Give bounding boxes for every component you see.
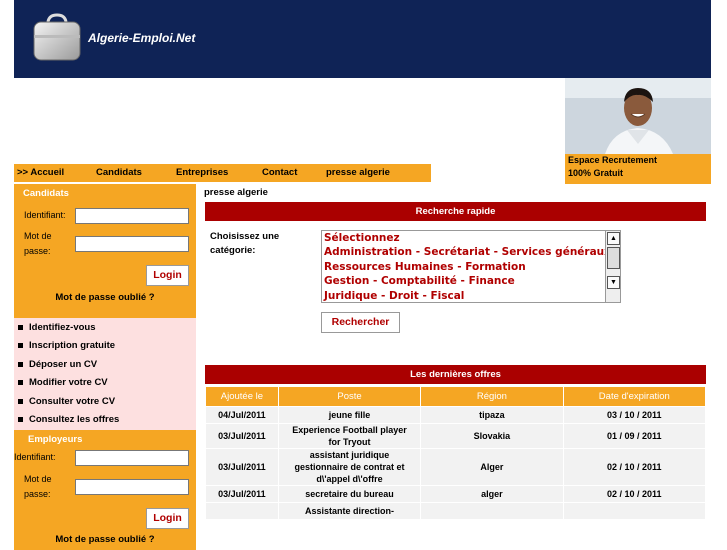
employeurs-title: Employeurs: [28, 434, 83, 446]
site-name[interactable]: Algerie-Emploi.Net: [88, 31, 195, 45]
site-header: Algerie-Emploi.Net: [14, 0, 711, 78]
briefcase-icon[interactable]: [30, 10, 84, 64]
cell-region: [421, 503, 563, 519]
promo-banner[interactable]: Espace Recrutement 100% Gratuit: [565, 154, 711, 184]
table-row[interactable]: 04/Jul/2011 jeune fille tipaza 03 / 10 /…: [206, 407, 705, 423]
recruiter-photo: [565, 78, 711, 154]
candidats-login-box: Candidats Identifiant: Mot de passe: Log…: [14, 184, 196, 318]
cell-expiration: 03 / 10 / 2011: [563, 407, 705, 423]
category-select[interactable]: Sélectionnez Administration - Secrétaria…: [321, 230, 621, 303]
breadcrumb: presse algerie: [204, 187, 268, 198]
employeur-forgot-password-link[interactable]: Mot de passe oublié ?: [14, 534, 196, 545]
link-consulter-cv[interactable]: Consulter votre CV: [14, 393, 196, 411]
table-row[interactable]: 03/Jul/2011 secretaire du bureau alger 0…: [206, 486, 705, 502]
emp-password-label-line2: passe:: [24, 489, 51, 500]
col-header-date: Ajoutée le: [206, 387, 278, 406]
nav-item-entreprises[interactable]: Entreprises: [176, 167, 228, 178]
cell-region: Alger: [421, 449, 563, 485]
search-button[interactable]: Rechercher: [321, 312, 400, 333]
cell-expiration: [563, 503, 705, 519]
candidat-identifiant-input[interactable]: [75, 208, 189, 224]
category-option[interactable]: Juridique - Droit - Fiscal: [322, 289, 620, 302]
category-option[interactable]: Ressources Humaines - Formation: [322, 260, 620, 274]
scroll-up-icon[interactable]: ▲: [607, 232, 620, 245]
employeur-login-button[interactable]: Login: [146, 508, 189, 530]
nav-item-contact[interactable]: Contact: [262, 167, 297, 178]
scroll-thumb[interactable]: [607, 247, 620, 269]
col-header-poste: Poste: [278, 387, 421, 406]
cell-date: 03/Jul/2011: [206, 486, 278, 502]
cell-date: 03/Jul/2011: [206, 449, 278, 485]
cell-region: Slovakia: [421, 424, 563, 448]
cell-region: alger: [421, 486, 563, 502]
cell-poste[interactable]: Experience Football player for Tryout: [278, 424, 421, 448]
link-identifiez-vous[interactable]: Identifiez-vous: [14, 319, 196, 337]
cell-date: 04/Jul/2011: [206, 407, 278, 423]
category-option[interactable]: Sélectionnez: [322, 231, 620, 245]
cell-region: tipaza: [421, 407, 563, 423]
cell-poste[interactable]: jeune fille: [278, 407, 421, 423]
scroll-down-icon[interactable]: ▼: [607, 276, 620, 289]
promo-line-1: Espace Recrutement: [568, 155, 658, 165]
emp-identifiant-label: Identifiant:: [14, 452, 56, 463]
identifiant-label: Identifiant:: [24, 210, 66, 220]
cell-poste[interactable]: secretaire du bureau: [278, 486, 421, 502]
candidat-forgot-password-link[interactable]: Mot de passe oublié ?: [14, 292, 196, 303]
category-option[interactable]: Administration - Secrétariat - Services …: [322, 245, 620, 259]
cell-expiration: 01 / 09 / 2011: [563, 424, 705, 448]
category-scrollbar[interactable]: ▲ ▼: [605, 231, 620, 302]
offers-title-bar: Les dernières offres: [205, 365, 706, 384]
cell-date: [206, 503, 278, 519]
main-nav: >> Accueil Candidats Entreprises Contact…: [14, 164, 431, 182]
promo-line-2: 100% Gratuit: [568, 168, 624, 178]
emp-password-label-line1: Mot de: [24, 474, 52, 485]
search-title-bar: Recherche rapide: [205, 202, 706, 221]
link-modifier-cv[interactable]: Modifier votre CV: [14, 374, 196, 392]
sidebar: Candidats Identifiant: Mot de passe: Log…: [14, 184, 196, 550]
password-label-line2: passe:: [24, 246, 51, 256]
employeur-password-input[interactable]: [75, 479, 189, 496]
table-row[interactable]: 03/Jul/2011 Experience Football player f…: [206, 424, 705, 448]
candidats-links: Identifiez-vous Inscription gratuite Dép…: [14, 318, 196, 431]
employeur-identifiant-input[interactable]: [75, 450, 189, 467]
link-deposer-cv[interactable]: Déposer un CV: [14, 356, 196, 374]
cell-expiration: 02 / 10 / 2011: [563, 486, 705, 502]
candidat-password-input[interactable]: [75, 236, 189, 252]
nav-item-candidats[interactable]: Candidats: [96, 167, 142, 178]
candidats-title: Candidats: [23, 188, 69, 199]
nav-item-presse[interactable]: presse algerie: [326, 167, 390, 178]
cell-poste[interactable]: Assistante direction-: [278, 503, 421, 519]
candidat-login-button[interactable]: Login: [146, 265, 189, 286]
offers-table: Ajoutée le Poste Région Date d'expiratio…: [205, 386, 706, 520]
cell-date: 03/Jul/2011: [206, 424, 278, 448]
employeurs-login-box: Employeurs Identifiant: Mot de passe: Lo…: [14, 430, 196, 550]
table-row[interactable]: Assistante direction-: [206, 503, 705, 519]
offers-header-row: Ajoutée le Poste Région Date d'expiratio…: [206, 387, 705, 406]
table-row[interactable]: 03/Jul/2011 assistant juridique gestionn…: [206, 449, 705, 485]
col-header-region: Région: [421, 387, 563, 406]
link-inscription[interactable]: Inscription gratuite: [14, 337, 196, 355]
password-label-line1: Mot de: [24, 231, 52, 241]
col-header-expiration: Date d'expiration: [563, 387, 705, 406]
cell-poste[interactable]: assistant juridique gestionnaire de cont…: [278, 449, 421, 485]
cell-expiration: 02 / 10 / 2011: [563, 449, 705, 485]
category-label: Choisissez une catégorie:: [210, 231, 280, 256]
category-option[interactable]: Gestion - Comptabilité - Finance: [322, 274, 620, 288]
nav-item-accueil[interactable]: >> Accueil: [17, 167, 64, 178]
link-consultez-offres[interactable]: Consultez les offres: [14, 411, 196, 429]
